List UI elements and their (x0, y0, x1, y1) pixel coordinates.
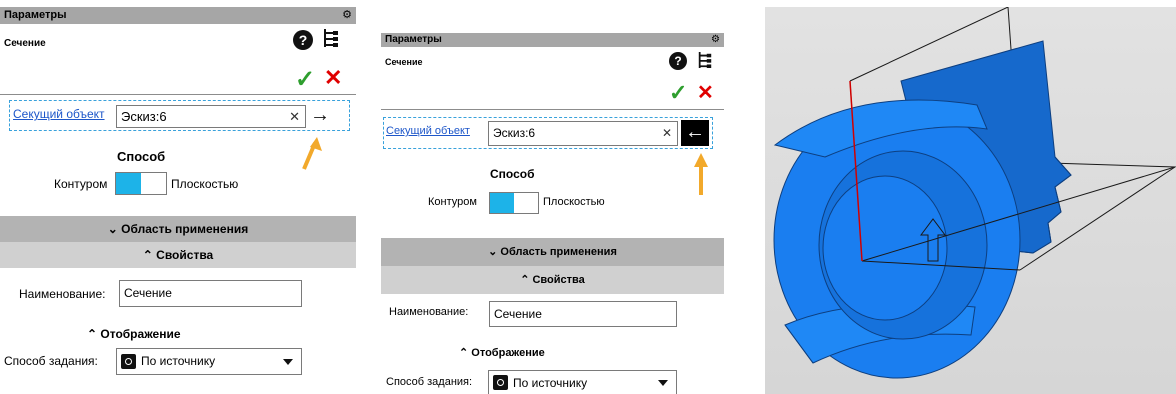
method-right-label: Плоскостью (171, 177, 239, 191)
cutting-object-row: Секущий объект Эскиз:6 ✕ ← (383, 117, 713, 149)
section-properties-label: Свойства (156, 248, 214, 262)
cutting-object-value: Эскиз:6 (121, 109, 167, 124)
direction-arrow-button[interactable]: ← (681, 120, 709, 146)
clear-icon[interactable]: ✕ (662, 122, 672, 145)
cutting-object-link[interactable]: Секущий объект (13, 107, 105, 121)
section-properties[interactable]: ⌃ Свойства (381, 266, 724, 294)
chevron-down-icon (658, 380, 668, 386)
model-viewport[interactable] (765, 7, 1176, 394)
method-toggle[interactable] (489, 192, 539, 214)
cutting-object-row: Секущий объект Эскиз:6 ✕ → (9, 100, 350, 131)
assign-method-value: По источнику (141, 354, 216, 368)
camera-icon (493, 375, 508, 390)
ok-button[interactable]: ✓ (295, 65, 315, 94)
display-heading: ⌃ Отображение (87, 327, 181, 341)
section-scope-label: Область применения (500, 246, 617, 258)
section-scope[interactable]: ⌄ Область применения (381, 238, 724, 266)
panel-title: Параметры (385, 34, 442, 45)
cutting-object-field[interactable]: Эскиз:6 ✕ (488, 121, 678, 146)
method-left-label: Контуром (428, 196, 477, 208)
help-icon[interactable]: ? (669, 52, 687, 70)
section-properties-label: Свойства (532, 274, 585, 286)
name-label: Наименование: (389, 306, 469, 318)
pointer-arrow (694, 153, 708, 195)
direction-arrow-button[interactable]: → (307, 103, 333, 128)
operation-name: Сечение (4, 38, 46, 49)
method-heading: Способ (490, 167, 535, 181)
name-value: Сечение (494, 307, 542, 321)
divider (381, 109, 724, 110)
method-right-label: Плоскостью (543, 196, 605, 208)
assign-method-select[interactable]: По источнику (116, 348, 302, 375)
camera-icon (121, 354, 136, 369)
section-model-drawing (773, 7, 1176, 379)
cutting-object-value: Эскиз:6 (493, 126, 536, 140)
method-left-label: Контуром (54, 177, 108, 191)
divider (0, 94, 356, 95)
gear-icon[interactable]: ⚙ (711, 33, 720, 47)
name-field[interactable]: Сечение (119, 280, 302, 307)
name-value: Сечение (124, 286, 172, 300)
cancel-button[interactable]: ✕ (324, 65, 342, 91)
cutting-object-field[interactable]: Эскиз:6 ✕ (116, 105, 306, 128)
panel-titlebar: Параметры ⚙ (381, 33, 724, 47)
method-heading: Способ (117, 149, 166, 164)
clear-icon[interactable]: ✕ (289, 106, 300, 127)
help-icon[interactable]: ? (293, 30, 313, 50)
tree-icon[interactable] (322, 27, 340, 54)
display-heading-label: Отображение (471, 347, 545, 359)
assign-method-label: Способ задания: (4, 354, 98, 368)
name-label: Наименование: (19, 287, 106, 301)
cancel-button[interactable]: ✕ (697, 80, 714, 105)
display-heading: ⌃ Отображение (459, 347, 545, 359)
ok-button[interactable]: ✓ (669, 80, 687, 106)
name-field[interactable]: Сечение (489, 301, 677, 327)
section-properties[interactable]: ⌃ Свойства (0, 242, 356, 268)
panel-titlebar: Параметры ⚙ (0, 7, 356, 24)
chevron-down-icon (283, 359, 293, 365)
assign-method-select[interactable]: По источнику (488, 370, 677, 394)
parameters-panel-right: Параметры ⚙ Сечение ? ✓ ✕ Секущий объект… (381, 33, 724, 394)
pointer-arrow (302, 137, 322, 170)
cutting-object-link[interactable]: Секущий объект (386, 125, 470, 137)
assign-method-value: По источнику (513, 376, 588, 390)
operation-name: Сечение (385, 57, 423, 67)
section-scope[interactable]: ⌄ Область применения (0, 216, 356, 242)
gear-icon[interactable]: ⚙ (342, 7, 352, 24)
assign-method-label: Способ задания: (386, 376, 473, 388)
panel-title: Параметры (4, 9, 67, 21)
parameters-panel-left: Параметры ⚙ Сечение ? ✓ ✕ Секущий объект… (0, 7, 356, 394)
toggle-on-segment (490, 193, 514, 213)
toggle-on-segment (116, 173, 141, 194)
display-heading-label: Отображение (100, 327, 181, 341)
tree-icon[interactable] (697, 50, 713, 75)
method-toggle[interactable] (115, 172, 167, 195)
section-scope-label: Область применения (121, 222, 249, 236)
